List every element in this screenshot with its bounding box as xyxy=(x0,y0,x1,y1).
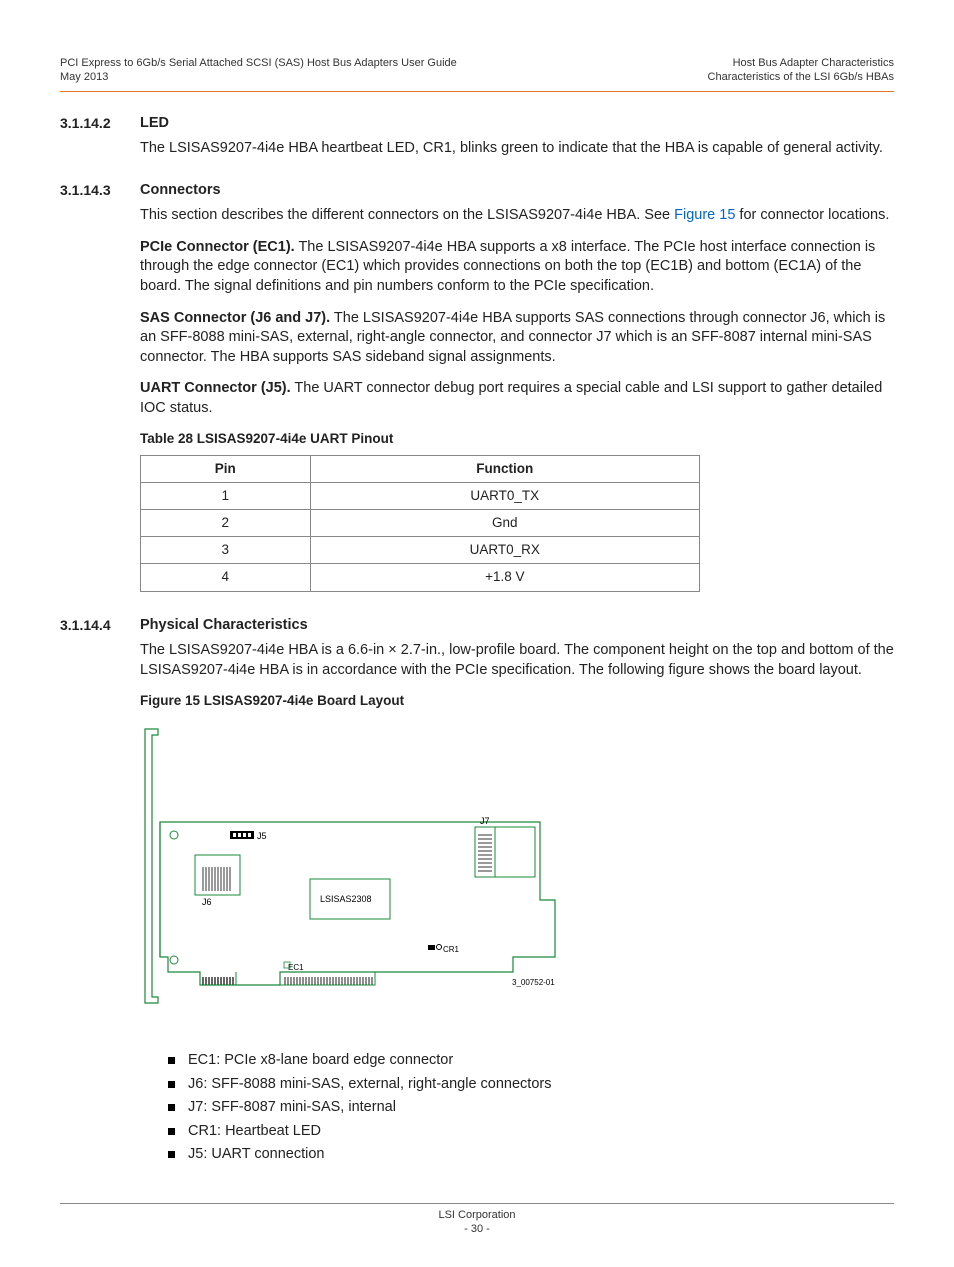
page-footer: LSI Corporation - 30 - xyxy=(60,1208,894,1237)
connectors-intro: This section describes the different con… xyxy=(140,206,894,226)
physical-body: The LSISAS9207-4i4e HBA is a 6.6-in × 2.… xyxy=(140,641,894,680)
table-row: 1 UART0_TX xyxy=(141,482,700,509)
footer-rule xyxy=(60,1203,894,1204)
pcie-paragraph: PCIe Connector (EC1). The LSISAS9207-4i4… xyxy=(140,238,894,297)
header-rule xyxy=(60,91,894,92)
board-layout-figure: J5 J6 LSISAS2308 xyxy=(140,727,580,1017)
table-row: 3 UART0_RX xyxy=(141,537,700,564)
sas-bold: SAS Connector (J6 and J7). xyxy=(140,310,330,326)
uart-paragraph: UART Connector (J5). The UART connector … xyxy=(140,379,894,418)
led-body: The LSISAS9207-4i4e HBA heartbeat LED, C… xyxy=(140,139,894,159)
page-header: PCI Express to 6Gb/s Serial Attached SCS… xyxy=(60,56,894,85)
header-left-date: May 2013 xyxy=(60,70,457,84)
footer-corp: LSI Corporation xyxy=(60,1208,894,1222)
list-item: EC1: PCIe x8-lane board edge connector xyxy=(168,1051,894,1071)
j5-label: J5 xyxy=(257,831,267,841)
chip-label: LSISAS2308 xyxy=(320,894,372,904)
sas-paragraph: SAS Connector (J6 and J7). The LSISAS920… xyxy=(140,309,894,368)
list-item: J6: SFF-8088 mini-SAS, external, right-a… xyxy=(168,1075,894,1095)
header-right-1: Host Bus Adapter Characteristics xyxy=(708,56,894,70)
list-item: CR1: Heartbeat LED xyxy=(168,1122,894,1142)
footer-page: - 30 - xyxy=(60,1222,894,1236)
th-pin: Pin xyxy=(141,455,311,482)
component-list: EC1: PCIe x8-lane board edge connector J… xyxy=(140,1051,894,1165)
ec1-label: EC1 xyxy=(288,963,304,972)
table-row: 4 +1.8 V xyxy=(141,564,700,591)
uart-bold: UART Connector (J5). xyxy=(140,380,291,396)
figure-caption: Figure 15 LSISAS9207-4i4e Board Layout xyxy=(140,692,894,710)
table-caption: Table 28 LSISAS9207-4i4e UART Pinout xyxy=(140,430,894,448)
pcie-bold: PCIe Connector (EC1). xyxy=(140,239,295,255)
uart-pinout-table: Pin Function 1 UART0_TX 2 Gnd 3 UART0_RX… xyxy=(140,455,700,592)
section-title-physical: Physical Characteristics xyxy=(140,616,894,636)
cr1-label: CR1 xyxy=(443,945,460,954)
header-left-title: PCI Express to 6Gb/s Serial Attached SCS… xyxy=(60,56,457,70)
figure-link[interactable]: Figure 15 xyxy=(674,207,735,223)
j6-label: J6 xyxy=(202,897,212,907)
partno-label: 3_00752-01 xyxy=(512,978,555,987)
j7-label: J7 xyxy=(480,816,490,826)
list-item: J5: UART connection xyxy=(168,1145,894,1165)
list-item: J7: SFF-8087 mini-SAS, internal xyxy=(168,1098,894,1118)
section-title-connectors: Connectors xyxy=(140,181,894,201)
section-number: 3.1.14.4 xyxy=(60,616,140,1173)
table-row: 2 Gnd xyxy=(141,510,700,537)
header-right-2: Characteristics of the LSI 6Gb/s HBAs xyxy=(708,70,894,84)
section-number: 3.1.14.2 xyxy=(60,114,140,171)
th-function: Function xyxy=(310,455,699,482)
section-title-led: LED xyxy=(140,114,894,134)
section-number: 3.1.14.3 xyxy=(60,181,140,592)
